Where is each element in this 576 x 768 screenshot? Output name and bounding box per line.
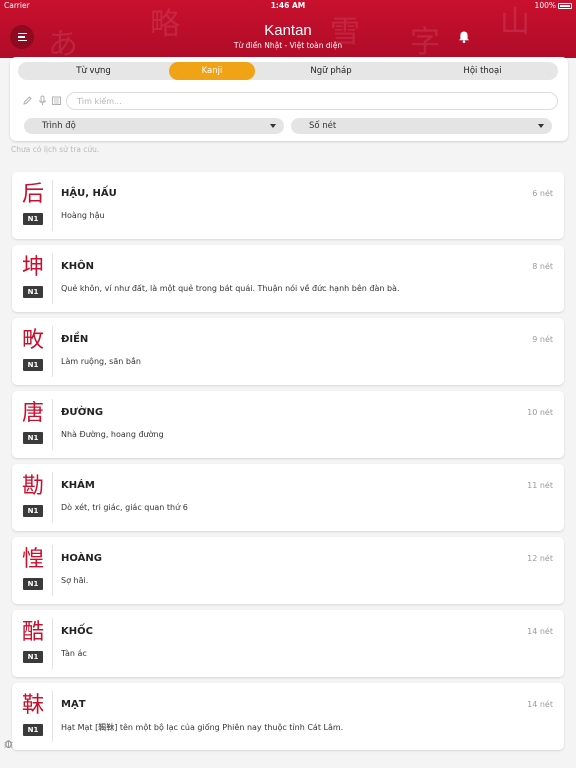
divider	[52, 472, 53, 523]
stroke-count: 10 nét	[527, 408, 553, 417]
status-time: 1:46 AM	[270, 1, 306, 10]
kanji-reading: ĐIỀN	[61, 334, 89, 345]
tab-conversation[interactable]: Hội thoại	[407, 62, 558, 80]
level-filter-dropdown[interactable]: Trình độ	[24, 118, 284, 134]
level-badge: N1	[23, 578, 43, 590]
kanji-meaning: Sợ hãi.	[61, 576, 89, 585]
level-badge: N1	[23, 359, 43, 371]
kanji-list: 后 N1 HẬU, HẤU 6 nét Hoàng hậu 坤 N1 KHÔN …	[12, 172, 564, 756]
kanji-character: 后	[21, 182, 44, 207]
search-panel: Từ vựng Kanji Ngữ pháp Hội thoại Trình đ…	[10, 57, 568, 141]
kanji-meaning: Nhà Đường, hoang đường	[61, 430, 164, 439]
kanji-character: 勘	[21, 474, 44, 499]
level-badge: N1	[23, 286, 43, 298]
divider	[52, 399, 53, 450]
strokes-filter-dropdown[interactable]: Số nét	[291, 118, 552, 134]
level-filter-label: Trình độ	[42, 120, 76, 131]
bell-icon[interactable]	[457, 30, 471, 44]
list-item[interactable]: 酷 N1 KHỐC 14 nét Tàn ác	[12, 610, 564, 677]
microphone-icon[interactable]	[37, 95, 48, 106]
battery-percent: 100%	[534, 1, 556, 10]
kanji-meaning: Hoàng hậu	[61, 211, 105, 220]
search-input[interactable]	[66, 92, 558, 110]
kanji-character: 靺	[21, 693, 44, 718]
bug-icon[interactable]	[3, 738, 14, 749]
level-badge: N1	[23, 651, 43, 663]
chevron-down-icon	[538, 124, 544, 128]
divider	[52, 180, 53, 231]
stroke-count: 12 nét	[527, 554, 553, 563]
strokes-filter-label: Số nét	[309, 120, 337, 131]
divider	[52, 545, 53, 596]
kanji-reading: KHÔN	[61, 261, 94, 272]
app-title: Kantan	[264, 22, 312, 39]
kanji-meaning: Tàn ác	[61, 649, 87, 658]
kanji-reading: KHÁM	[61, 480, 95, 491]
battery-icon	[558, 2, 572, 9]
kanji-character: 唐	[21, 401, 44, 426]
tab-kanji[interactable]: Kanji	[169, 62, 255, 80]
stroke-count: 6 nét	[532, 189, 553, 198]
kanji-meaning: Làm ruộng, săn bắn	[61, 357, 141, 366]
list-item[interactable]: 靺 N1 MẠT 14 nét Hạt Mạt [鞨靺] tên một bộ …	[12, 683, 564, 750]
level-badge: N1	[23, 432, 43, 444]
list-item[interactable]: 勘 N1 KHÁM 11 nét Dò xét, tri giác, giác …	[12, 464, 564, 531]
list-item[interactable]: 唐 N1 ĐƯỜNG 10 nét Nhà Đường, hoang đường	[12, 391, 564, 458]
history-empty-note: Chưa có lịch sử tra cứu.	[11, 145, 100, 154]
kanji-meaning: Quẻ khôn, ví như đất, là một quẻ trong b…	[61, 284, 400, 293]
stroke-count: 14 nét	[527, 627, 553, 636]
tab-grammar[interactable]: Ngữ pháp	[255, 62, 407, 80]
divider	[52, 326, 53, 377]
chevron-down-icon	[270, 124, 276, 128]
list-item[interactable]: 后 N1 HẬU, HẤU 6 nét Hoàng hậu	[12, 172, 564, 239]
kanji-reading: MẠT	[61, 699, 86, 710]
kanji-character: 酷	[21, 620, 44, 645]
kanji-meaning: Dò xét, tri giác, giác quan thứ 6	[61, 503, 188, 512]
stroke-count: 9 nét	[532, 335, 553, 344]
kanji-meaning: Hạt Mạt [鞨靺] tên một bộ lạc của giống Ph…	[61, 723, 344, 732]
kanji-reading: KHỐC	[61, 626, 93, 637]
kanji-character: 畋	[21, 328, 44, 353]
kanji-character: 惶	[21, 547, 44, 572]
divider	[52, 618, 53, 669]
battery-status: 100%	[535, 1, 572, 10]
kanji-character: 坤	[21, 255, 44, 280]
stroke-count: 14 nét	[527, 700, 553, 709]
stroke-count: 11 nét	[527, 481, 553, 490]
divider	[52, 253, 53, 304]
divider	[52, 691, 53, 742]
list-item[interactable]: 畋 N1 ĐIỀN 9 nét Làm ruộng, săn bắn	[12, 318, 564, 385]
category-tabs: Từ vựng Kanji Ngữ pháp Hội thoại	[18, 62, 558, 80]
list-item[interactable]: 坤 N1 KHÔN 8 nét Quẻ khôn, ví như đất, là…	[12, 245, 564, 312]
level-badge: N1	[23, 505, 43, 517]
search-row	[22, 92, 558, 110]
list-item[interactable]: 惶 N1 HOÀNG 12 nét Sợ hãi.	[12, 537, 564, 604]
kanji-reading: ĐƯỜNG	[61, 407, 104, 418]
level-badge: N1	[23, 724, 43, 736]
kanji-reading: HẬU, HẤU	[61, 188, 117, 199]
pencil-icon[interactable]	[22, 95, 33, 106]
kanji-reading: HOÀNG	[61, 553, 102, 564]
level-badge: N1	[23, 213, 43, 225]
camera-icon[interactable]	[51, 95, 62, 106]
status-bar: Carrier 1:46 AM 100%	[0, 0, 576, 12]
tab-vocabulary[interactable]: Từ vựng	[18, 62, 169, 80]
stroke-count: 8 nét	[532, 262, 553, 271]
app-subtitle: Từ điển Nhật - Việt toàn diện	[233, 41, 343, 50]
